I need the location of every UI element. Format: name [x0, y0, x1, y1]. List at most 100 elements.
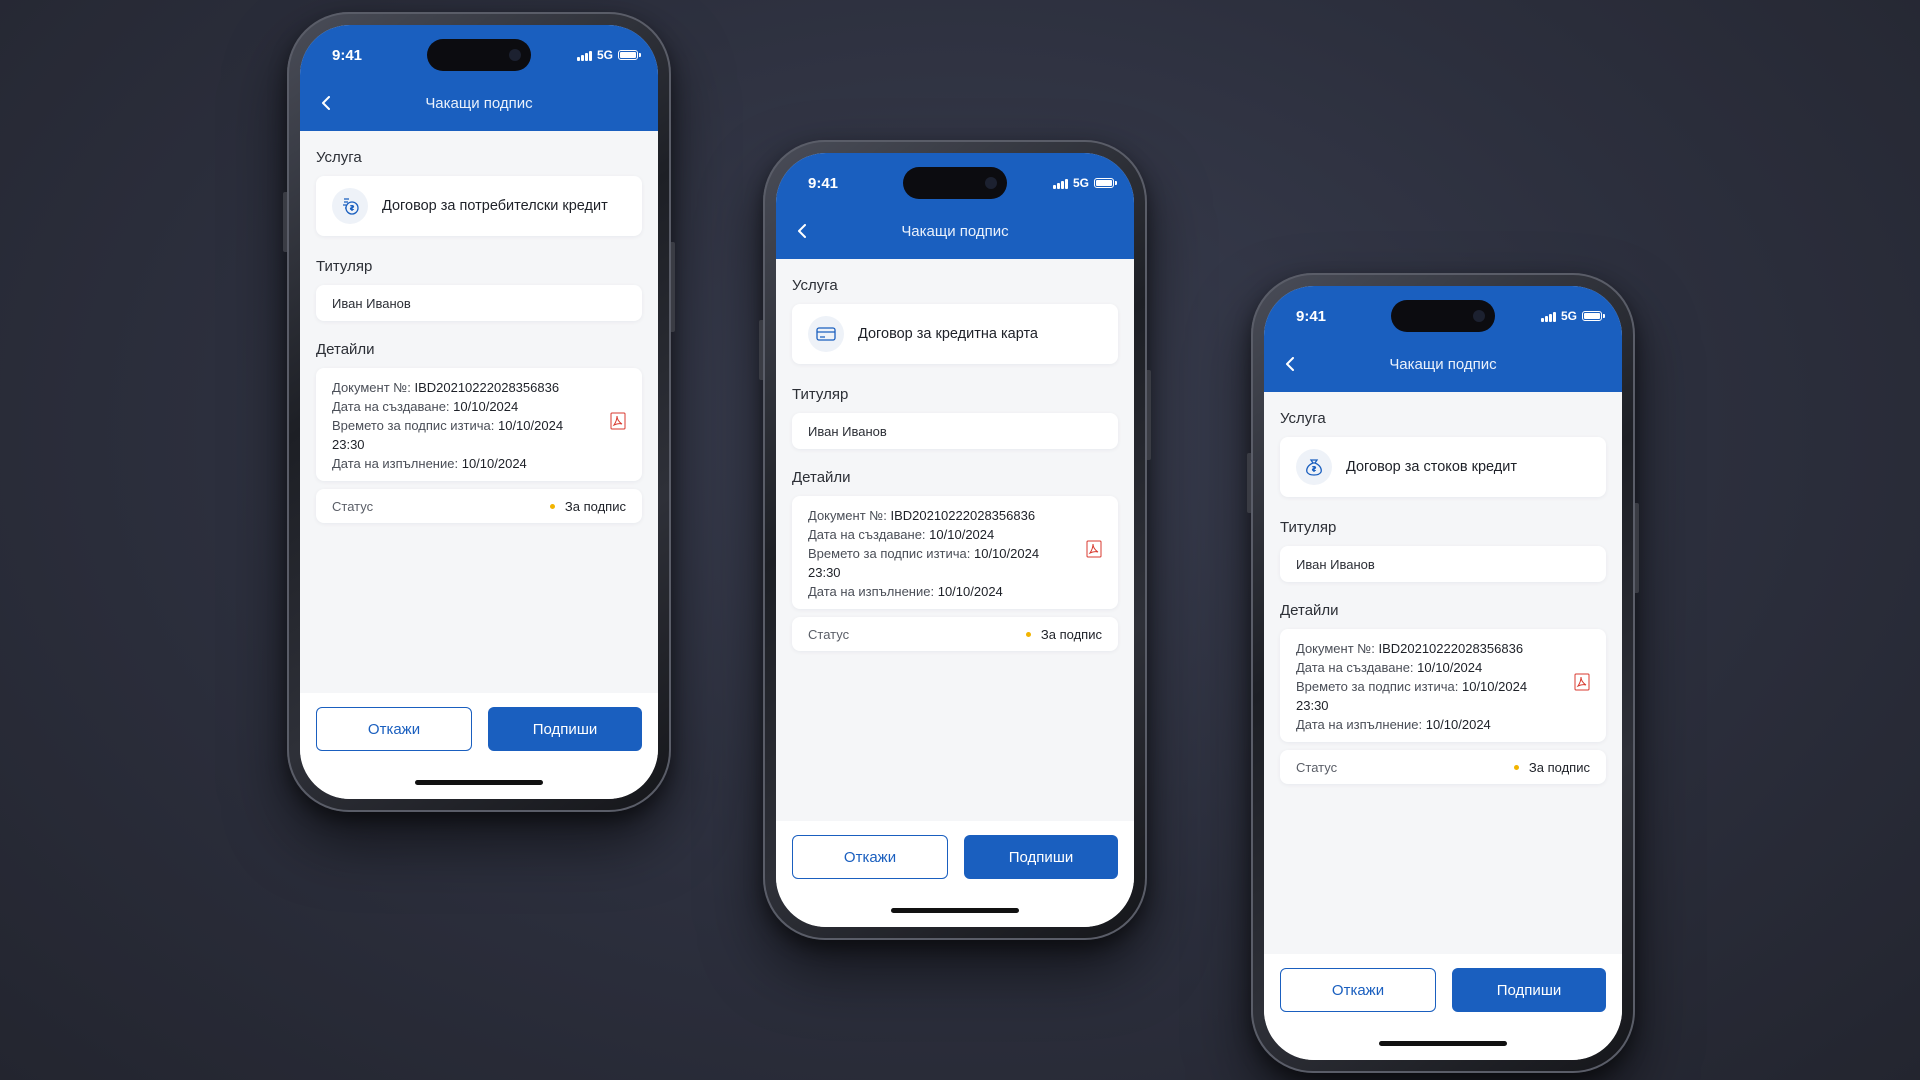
- nav-bar: Чакащи подпис: [776, 213, 1134, 249]
- holder-card: Иван Иванов: [792, 413, 1118, 449]
- document-number-row: Документ №: IBD20210222028356836: [808, 508, 1036, 523]
- holder-card: Иван Иванов: [1280, 546, 1606, 582]
- cancel-button[interactable]: Откажи: [792, 835, 948, 879]
- service-name: Договор за потребителски кредит: [382, 198, 608, 214]
- service-card[interactable]: Договор за стоков кредит: [1280, 437, 1606, 497]
- service-card[interactable]: Договор за потребителски кредит: [316, 176, 642, 236]
- phone-screen: 9:41 5G Чакащи подпис Услуга Договор за …: [1264, 286, 1622, 1060]
- dynamic-island: [427, 39, 531, 71]
- holder-name: Иван Иванов: [1296, 556, 1375, 572]
- home-indicator: [1379, 1041, 1507, 1046]
- dynamic-island: [903, 167, 1007, 199]
- signal-icon: [576, 50, 592, 61]
- status-indicators: 5G: [576, 48, 641, 62]
- status-badge: За подпис: [549, 499, 626, 514]
- created-date-row: Дата на създаване: 10/10/2024: [1296, 660, 1483, 675]
- service-section-label: Услуга: [316, 149, 362, 166]
- document-number-row: Документ №: IBD20210222028356836: [1296, 641, 1524, 656]
- details-card: Документ №: IBD20210222028356836 Дата на…: [316, 368, 642, 481]
- status-dot-icon: [549, 503, 555, 509]
- cancel-button[interactable]: Откажи: [1280, 968, 1436, 1012]
- phone-mockup-2: 9:41 5G Чакащи подпис Услуга Договор за …: [759, 140, 1151, 940]
- phone-mockup-3: 9:41 5G Чакащи подпис Услуга Договор за …: [1247, 273, 1639, 1073]
- holder-section-label: Титуляр: [316, 258, 373, 275]
- content-area: Услуга Договор за стоков кредит Титуляр …: [1264, 392, 1622, 954]
- created-date-row: Дата на създаване: 10/10/2024: [808, 527, 995, 542]
- nav-bar: Чакащи подпис: [300, 85, 658, 121]
- details-section-label: Детайли: [1280, 602, 1339, 619]
- phone-screen: 9:41 5G Чакащи подпис Услуга Договор за …: [300, 25, 658, 799]
- network-label: 5G: [596, 48, 613, 62]
- dynamic-island: [1391, 300, 1495, 332]
- execution-date-row: Дата на изпълнение: 10/10/2024: [332, 456, 527, 471]
- execution-date-row: Дата на изпълнение: 10/10/2024: [1296, 717, 1491, 732]
- status-badge: За подпис: [1025, 627, 1102, 642]
- back-arrow-icon[interactable]: [1276, 352, 1304, 376]
- action-footer: Откажи Подпиши: [776, 821, 1134, 927]
- phone-mockup-1: 9:41 5G Чакащи подпис Услуга Договор за …: [283, 12, 675, 812]
- expiry-row: Времето за подпис изтича: 10/10/2024 23:3…: [808, 546, 1040, 580]
- credit-card-icon: [808, 316, 844, 352]
- money-bag-icon: [1296, 449, 1332, 485]
- service-card[interactable]: Договор за кредитна карта: [792, 304, 1118, 364]
- details-section-label: Детайли: [316, 341, 375, 358]
- service-name: Договор за кредитна карта: [858, 326, 1038, 342]
- cancel-button[interactable]: Откажи: [316, 707, 472, 751]
- expiry-row: Времето за подпис изтича: 10/10/2024 23:3…: [1296, 679, 1528, 713]
- phone-screen: 9:41 5G Чакащи подпис Услуга Договор за …: [776, 153, 1134, 927]
- status-time: 9:41: [332, 47, 363, 64]
- sign-button[interactable]: Подпиши: [488, 707, 642, 751]
- status-dot-icon: [1513, 764, 1519, 770]
- status-indicators: 5G: [1052, 176, 1117, 190]
- page-title: Чакащи подпис: [425, 94, 533, 112]
- document-number-row: Документ №: IBD20210222028356836: [332, 380, 560, 395]
- holder-section-label: Титуляр: [792, 386, 849, 403]
- service-section-label: Услуга: [1280, 410, 1326, 427]
- home-indicator: [891, 908, 1019, 913]
- coins-icon: [332, 188, 368, 224]
- signal-icon: [1052, 178, 1068, 189]
- status-label: Статус: [332, 498, 374, 514]
- content-area: Услуга Договор за потребителски кредит Т…: [300, 131, 658, 693]
- details-section-label: Детайли: [792, 469, 851, 486]
- battery-icon: [1094, 178, 1117, 188]
- page-title: Чакащи подпис: [1389, 355, 1497, 373]
- battery-icon: [618, 50, 641, 60]
- pdf-icon[interactable]: [610, 412, 626, 435]
- pdf-icon[interactable]: [1574, 673, 1590, 696]
- action-footer: Откажи Подпиши: [1264, 954, 1622, 1060]
- sign-button[interactable]: Подпиши: [964, 835, 1118, 879]
- created-date-row: Дата на създаване: 10/10/2024: [332, 399, 519, 414]
- status-card: Статус За подпис: [792, 617, 1118, 651]
- pdf-icon[interactable]: [1086, 540, 1102, 563]
- status-label: Статус: [808, 626, 850, 642]
- nav-bar: Чакащи подпис: [1264, 346, 1622, 382]
- home-indicator: [415, 780, 543, 785]
- network-label: 5G: [1560, 309, 1577, 323]
- holder-section-label: Титуляр: [1280, 519, 1337, 536]
- details-card: Документ №: IBD20210222028356836 Дата на…: [792, 496, 1118, 609]
- header-bar: 9:41 5G Чакащи подпис: [300, 25, 658, 131]
- expiry-row: Времето за подпис изтича: 10/10/2024 23:3…: [332, 418, 564, 452]
- page-title: Чакащи подпис: [901, 222, 1009, 240]
- action-footer: Откажи Подпиши: [300, 693, 658, 799]
- status-label: Статус: [1296, 759, 1338, 775]
- network-label: 5G: [1072, 176, 1089, 190]
- status-card: Статус За подпис: [1280, 750, 1606, 784]
- back-arrow-icon[interactable]: [312, 91, 340, 115]
- service-name: Договор за стоков кредит: [1346, 459, 1517, 475]
- back-arrow-icon[interactable]: [788, 219, 816, 243]
- status-time: 9:41: [1296, 308, 1327, 325]
- status-card: Статус За подпис: [316, 489, 642, 523]
- status-dot-icon: [1025, 631, 1031, 637]
- service-section-label: Услуга: [792, 277, 838, 294]
- sign-button[interactable]: Подпиши: [1452, 968, 1606, 1012]
- signal-icon: [1540, 311, 1556, 322]
- holder-name: Иван Иванов: [808, 423, 887, 439]
- holder-card: Иван Иванов: [316, 285, 642, 321]
- details-card: Документ №: IBD20210222028356836 Дата на…: [1280, 629, 1606, 742]
- status-time: 9:41: [808, 175, 839, 192]
- battery-icon: [1582, 311, 1605, 321]
- status-badge: За подпис: [1513, 760, 1590, 775]
- holder-name: Иван Иванов: [332, 295, 411, 311]
